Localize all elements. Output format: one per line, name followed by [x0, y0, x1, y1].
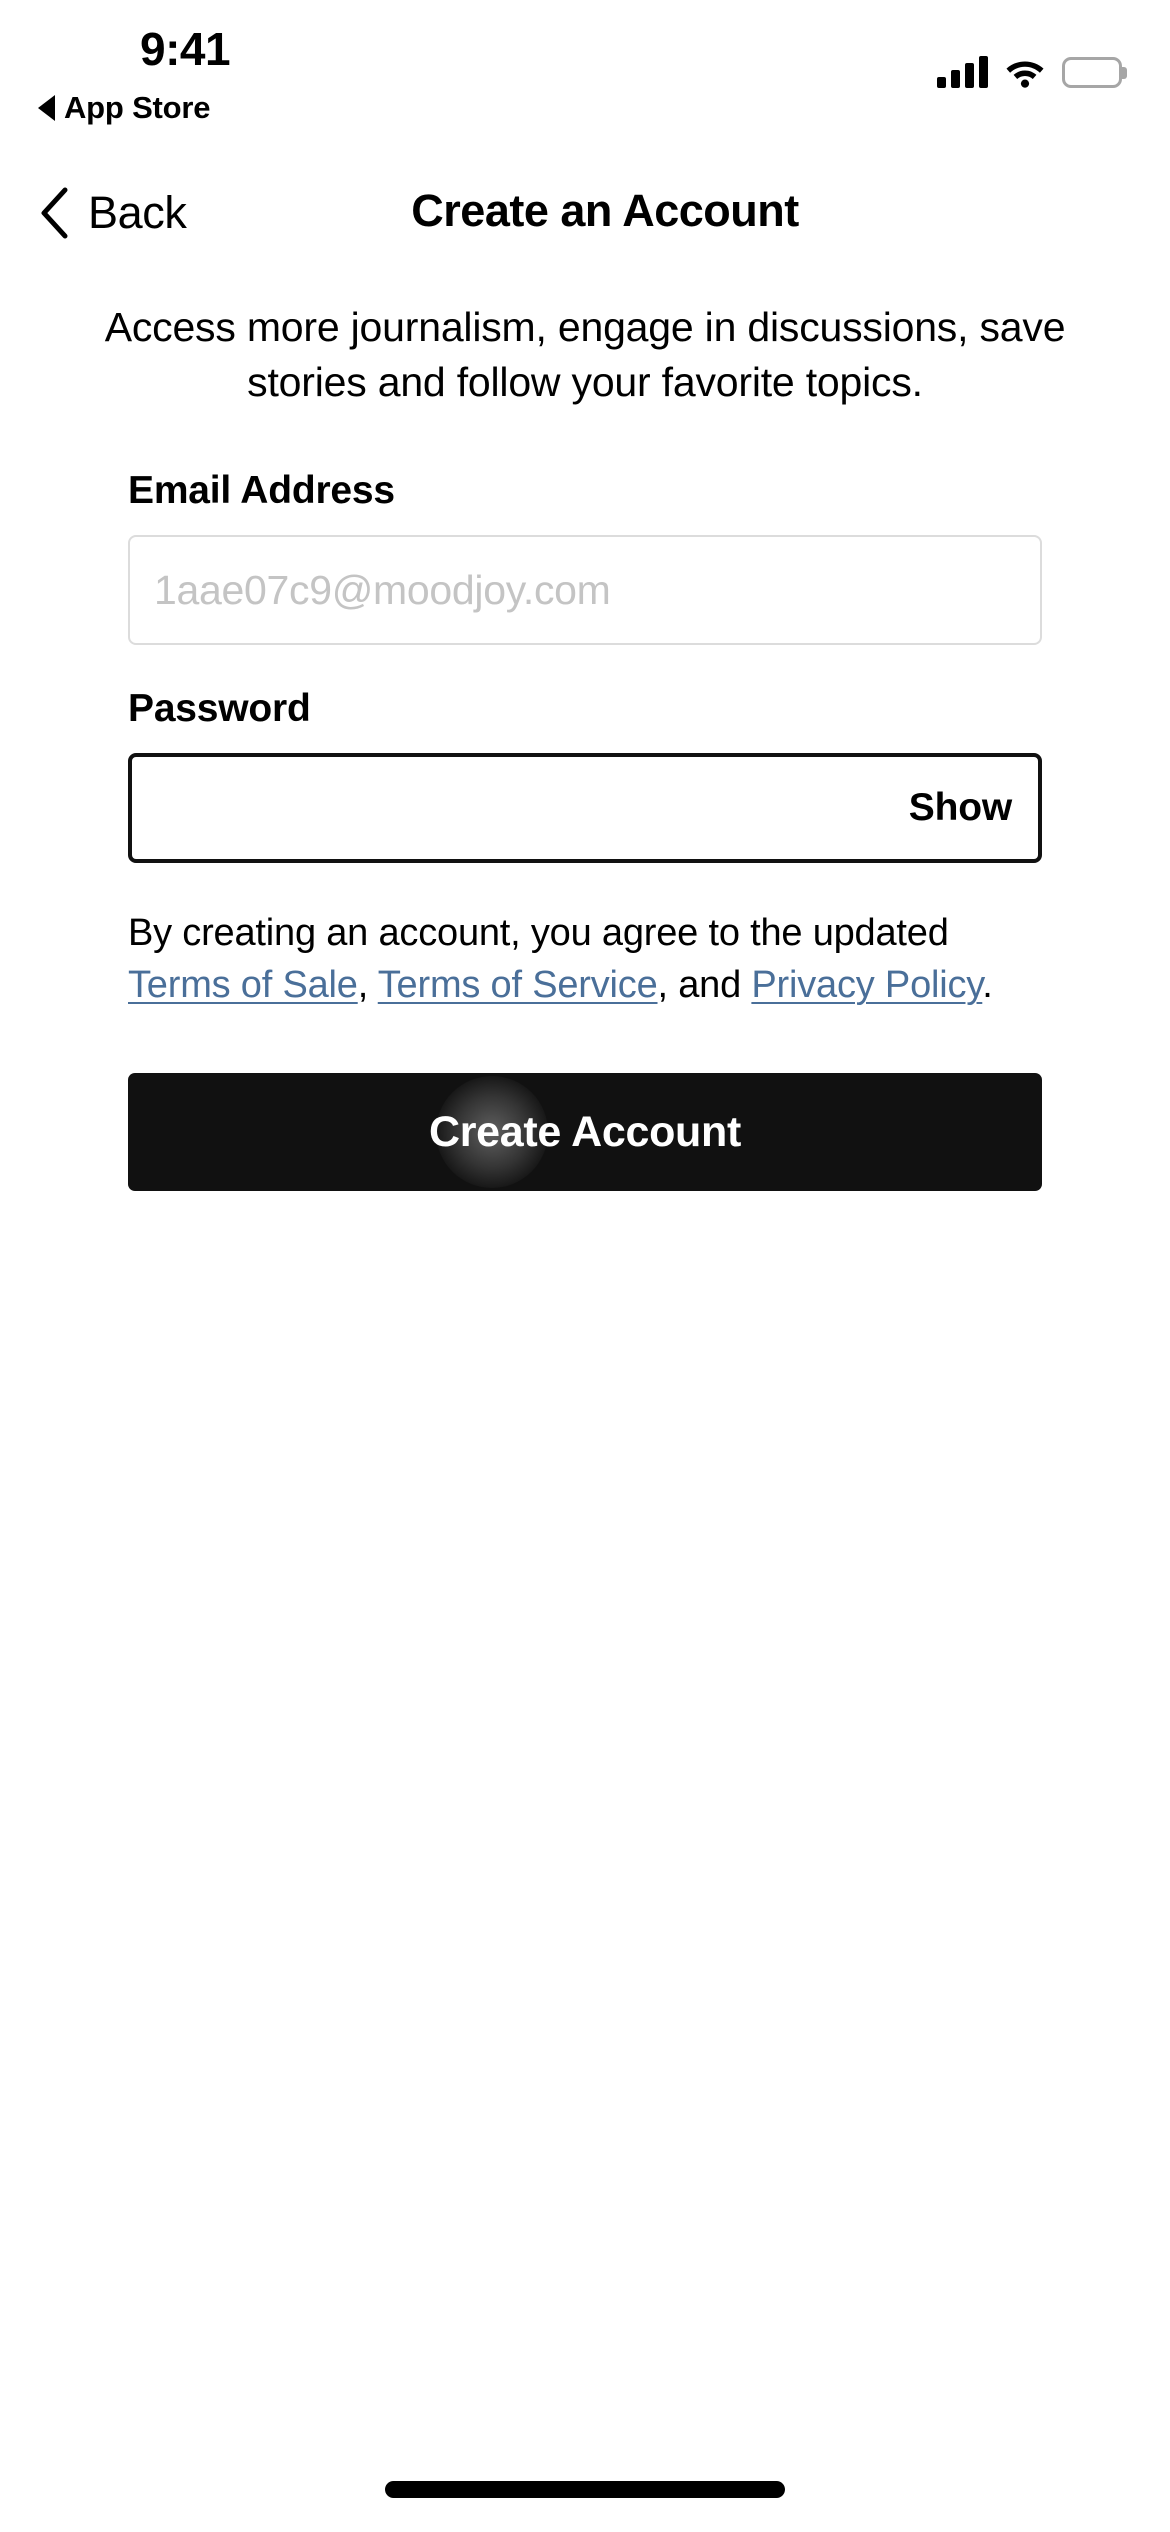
triangle-left-icon	[38, 95, 55, 121]
home-indicator[interactable]	[385, 2481, 785, 2498]
legal-agreement-text: By creating an account, you agree to the…	[128, 907, 1042, 1011]
email-field-group: Email Address 1aae07c9@moodjoy.com	[128, 469, 1042, 646]
legal-separator-2: , and	[657, 964, 752, 1007]
main-content: Access more journalism, engage in discus…	[0, 300, 1170, 1192]
wifi-icon	[1006, 61, 1044, 88]
email-field-label: Email Address	[128, 469, 395, 513]
create-account-button-label: Create Account	[428, 1107, 741, 1156]
password-input[interactable]: Show	[128, 753, 1042, 864]
intro-description: Access more journalism, engage in discus…	[104, 304, 1066, 405]
status-bar-time: 9:41	[140, 23, 231, 75]
legal-separator-1: ,	[357, 964, 378, 1007]
create-account-button[interactable]: Create Account	[128, 1073, 1042, 1192]
terms-of-sale-link[interactable]: Terms of Sale	[128, 964, 358, 1006]
email-input-placeholder: 1aae07c9@moodjoy.com	[154, 566, 611, 613]
terms-of-service-link[interactable]: Terms of Service	[378, 964, 658, 1006]
return-to-app-store-button[interactable]: App Store	[38, 90, 211, 126]
email-input[interactable]: 1aae07c9@moodjoy.com	[128, 535, 1042, 646]
status-bar: 9:41 App Store	[0, 0, 1170, 150]
legal-text-before: By creating an account, you agree to the…	[128, 912, 949, 955]
show-password-button[interactable]: Show	[909, 786, 1012, 830]
privacy-policy-link[interactable]: Privacy Policy	[751, 964, 982, 1006]
page-title: Create an Account	[411, 185, 799, 236]
cellular-bars-icon	[937, 56, 988, 88]
password-field-group: Password Show	[128, 687, 1042, 864]
return-to-app-label: App Store	[64, 90, 211, 125]
password-field-label: Password	[128, 687, 311, 731]
battery-full-icon	[1062, 57, 1127, 88]
phone-screen: 9:41 App Store Back Create an Account Ac…	[0, 0, 1170, 2532]
legal-text-after: .	[982, 964, 993, 1007]
status-bar-indicators	[937, 48, 1127, 88]
navigation-bar: Back Create an Account	[0, 160, 1170, 265]
